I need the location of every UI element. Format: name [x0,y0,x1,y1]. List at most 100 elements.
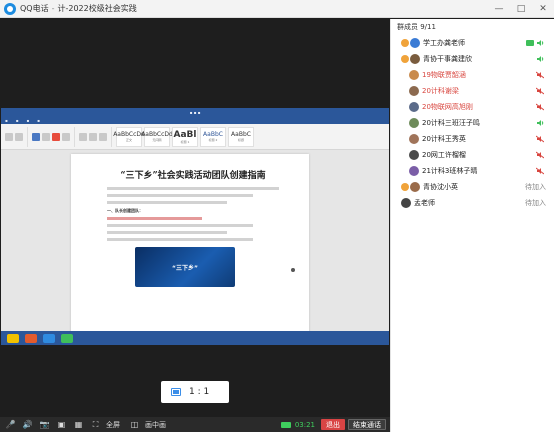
document-title: “三下乡”社会实践活动团队创建指南 [120,171,266,181]
link-line [107,217,202,220]
fullscreen-icon[interactable]: ⛶ [89,419,102,430]
style-no-spacing: AaBbCcDd 无间隔 [141,126,173,147]
align-center-icon [89,132,97,141]
style-heading-1: AaBl 标题 1 [172,126,198,147]
style-title: AaBbC 标题 [228,126,254,147]
member-row[interactable]: 孟老师 待加入 [391,195,554,211]
role-badge-icon [401,183,409,191]
picture-in-picture-icon[interactable]: ◫ [128,419,141,430]
image-caption: “三下乡” [172,264,198,272]
taskbar-app-icon [7,333,19,343]
member-name: 20网工许榴榴 [422,151,466,159]
mic-muted-icon [536,87,544,95]
microphone-icon[interactable]: 🎤 [4,419,17,430]
mic-muted-icon [536,71,544,79]
member-name: 20物联网高旭刚 [422,103,473,111]
member-row[interactable]: 20计科三班汪子鸣 [391,115,554,131]
taskbar-app-icon [43,333,55,343]
zoom-ratio: 1 : 1 [189,387,210,397]
maximize-button[interactable]: □ [510,0,532,18]
word-ribbon: AaBbCcDd 正文 AaBbCcDd 无间隔 AaBl 标题 1 AaBbC… [1,124,389,150]
paste-icon [5,132,13,141]
text-line [107,194,254,197]
italic-icon [42,132,50,141]
mic-muted-icon [536,151,544,159]
role-badge-icon [401,39,409,47]
fullscreen-button[interactable]: 全屏 [106,420,120,430]
text-line [107,224,254,227]
app-name: QQ电话 [20,4,49,13]
mouse-cursor [291,268,295,272]
signal-icon [280,421,291,428]
bold-icon [32,132,40,141]
document-canvas: “三下乡”社会实践活动团队创建指南 一、队长创建团队： “三下乡” [1,150,389,345]
member-row[interactable]: 20网工许榴榴 [391,147,554,163]
avatar [409,166,419,176]
mic-on-icon [537,40,544,46]
font-color-icon [52,132,60,141]
text-line [107,238,254,241]
mic-on-icon [537,120,544,126]
end-call-button[interactable]: 结束通话 [348,419,386,430]
qq-logo-icon [4,2,16,15]
member-name: 20计科三班汪子鸣 [422,119,480,127]
font-group [32,126,75,147]
camera-off-icon[interactable]: 📷 [38,419,51,430]
close-button[interactable]: ✕ [532,0,554,18]
member-row[interactable]: 青协干事龚建欣 [391,51,554,67]
member-panel: 群成员 9/11 学工办龚老师 青协干事龚建欣 19物联贾韶涵 20计科谢梁 20物联网… [390,19,554,432]
screen-zoom-icon [171,388,181,396]
cut-icon [15,132,23,141]
section-heading: 一、队长创建团队： [107,208,143,213]
member-name: 青协干事龚建欣 [423,55,472,63]
text-line [107,201,228,204]
ribbon-tab-mark: ▪ [5,118,8,123]
ribbon-tab-mark: ▪ [37,118,40,123]
window-controls: — □ ✕ [488,0,554,18]
member-status: 待加入 [525,183,546,191]
qq-call-window: QQ电话 - 计-2022校级社会实践 — □ ✕ ▪ ▪ ▪ ▪ ▪ ▪ ▪ [0,0,554,432]
taskbar-app-icon [61,333,73,343]
speaker-icon[interactable]: 🔊 [21,419,34,430]
avatar [409,86,419,96]
avatar [409,150,419,160]
avatar [410,38,420,48]
member-row[interactable]: 19物联贾韶涵 [391,67,554,83]
member-name: 21计科3班林子晴 [422,167,478,175]
member-row[interactable]: 20物联网高旭刚 [391,99,554,115]
document-image: “三下乡” [135,247,235,287]
text-line [107,231,228,234]
zoom-control[interactable]: 1 : 1 [161,381,229,403]
word-titlebar: ▪ ▪ ▪ [1,108,389,117]
minimize-button[interactable]: — [488,0,510,18]
member-row[interactable]: 青协沈小英 待加入 [391,179,554,195]
call-timer: 03:21 [294,420,315,429]
member-row[interactable]: 学工办龚老师 [391,35,554,51]
mic-muted-icon [536,135,544,143]
highlight-icon [62,132,70,141]
avatar [409,102,419,112]
avatar [401,198,411,208]
ribbon-tab-mark: ▪ [26,118,30,123]
member-name: 20计科谢梁 [422,87,459,95]
clipboard-group [5,126,28,147]
avatar [410,182,420,192]
member-name: 20计科王秀英 [422,135,466,143]
member-row[interactable]: 20计科王秀英 [391,131,554,147]
taskbar-app-icon [25,333,37,343]
ribbon-tab-mark: ▪ [15,118,19,123]
call-toolbar: 🎤 🔊 📷 ▣ ▦ ⛶ 全屏 ◫ 画中画 03:21 退出 结束通话 [0,417,390,432]
member-row[interactable]: 20计科谢梁 [391,83,554,99]
avatar [409,70,419,80]
shared-screen: ▪ ▪ ▪ ▪ ▪ ▪ ▪ AaBbCcDd 正文 AaBbCcDd 无间隔 A… [1,108,389,345]
screen-share-icon[interactable]: ▣ [55,419,68,430]
picture-in-picture-button[interactable]: 画中画 [145,420,166,430]
apps-icon[interactable]: ▦ [72,419,85,430]
exit-button[interactable]: 退出 [321,419,345,430]
role-badge-icon [401,55,409,63]
screen-share-area[interactable]: ▪ ▪ ▪ ▪ ▪ ▪ ▪ AaBbCcDd 正文 AaBbCcDd 无间隔 A… [0,19,390,417]
member-name: 青协沈小英 [423,183,458,191]
document-page: “三下乡”社会实践活动团队创建指南 一、队长创建团队： “三下乡” [71,154,309,345]
member-row[interactable]: 21计科3班林子晴 [391,163,554,179]
text-line [107,187,279,190]
